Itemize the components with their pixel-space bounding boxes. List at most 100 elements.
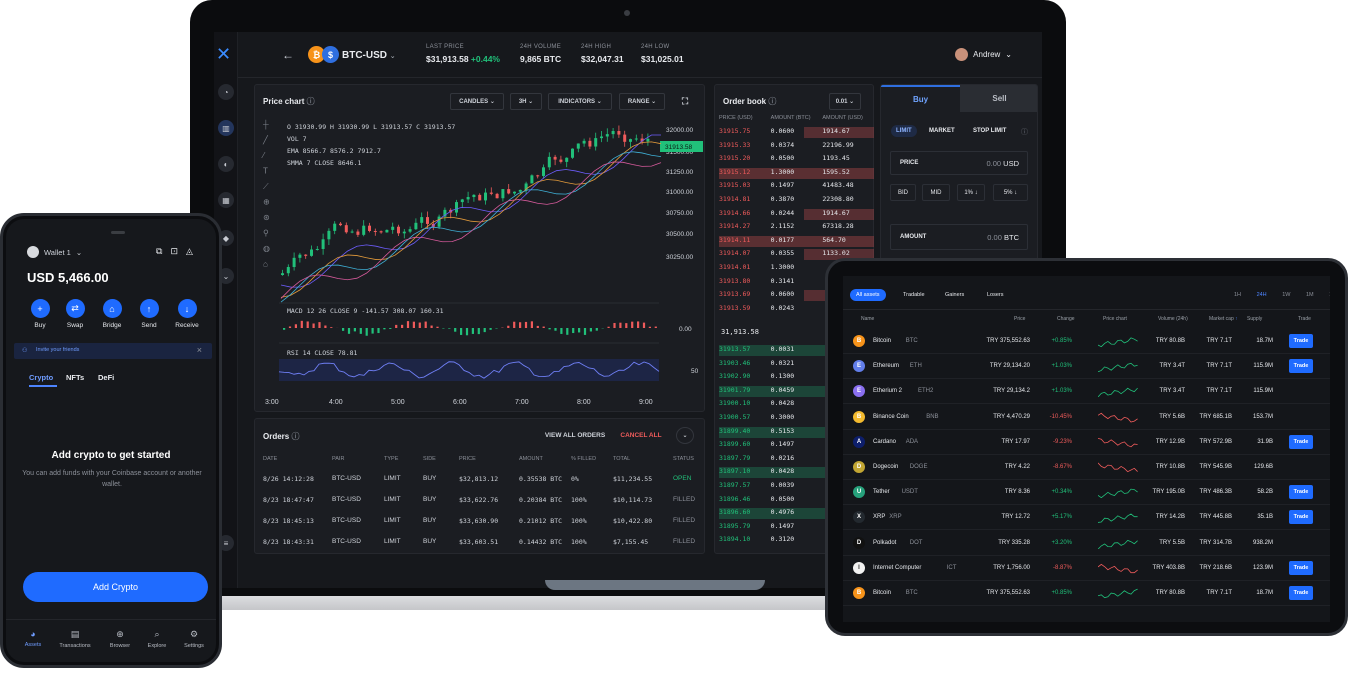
nav-browser[interactable]: ⊕ Browser	[100, 629, 140, 649]
market-row[interactable]: D Dogecoin DOGE TRY 4.22 -8.67% TRY 10.8B TRY …	[843, 455, 1330, 480]
ask-row[interactable]: 31915.20 0.0500 1193.45	[719, 154, 874, 165]
wallet-selector[interactable]: Wallet 1 ⌄	[27, 246, 82, 258]
sell-tab[interactable]: Sell	[960, 85, 1037, 112]
tab-tradable[interactable]: Tradable	[903, 292, 925, 298]
tab-all-assets[interactable]: All assets	[850, 289, 886, 301]
send-action[interactable]: ↑ Send	[129, 299, 169, 329]
market-row[interactable]: U Tether USDT TRY 8.36 +0.34% TRY 195.0B TRY 4…	[843, 480, 1330, 506]
trade-button[interactable]: Trade	[1289, 434, 1313, 449]
limit-tab[interactable]: LIMIT	[891, 125, 917, 137]
tab-crypto[interactable]: Crypto	[29, 373, 53, 382]
bell-icon[interactable]: ◬	[186, 246, 201, 256]
drawing-tool-icon[interactable]: ╱	[262, 135, 269, 145]
add-crypto-button[interactable]: Add Crypto	[23, 572, 208, 602]
trade-button[interactable]: Trade	[1289, 510, 1313, 525]
drawing-tool-icon[interactable]: ⁄	[261, 151, 266, 160]
current-price-label: 31913.58	[665, 144, 692, 151]
drawing-tool-icon[interactable]: ⊛	[263, 213, 270, 222]
chart-icon[interactable]: ▥	[218, 120, 234, 136]
market-row[interactable]: A Cardano ADA TRY 17.97 -9.23% TRY 12.9B TRY 5…	[843, 430, 1330, 455]
coin-price: TRY 17.97	[1001, 438, 1030, 445]
market-row[interactable]: D Polkadot DOT TRY 335.28 +3.20% TRY 5.5B TRY …	[843, 531, 1330, 556]
mid-button[interactable]: MID	[922, 184, 950, 201]
nav-explore[interactable]: ⌕ Explore	[137, 629, 177, 649]
ask-row[interactable]: 31914.11 0.0177 564.70	[719, 235, 874, 247]
ask-row[interactable]: 31914.27 2.1152 67318.28	[719, 222, 874, 233]
trade-button[interactable]: Trade	[1289, 586, 1313, 600]
tab-losers[interactable]: Losers	[987, 292, 1004, 298]
ask-row[interactable]: 31915.12 1.3000 1595.52	[719, 167, 874, 179]
indicators-button[interactable]: INDICATORS ⌄	[548, 93, 612, 110]
market-row[interactable]: E Ethereum ETH TRY 29,134.20 +1.03% TRY 3.4T T…	[843, 354, 1330, 380]
pair-selector[interactable]: BTC-USD ⌄	[342, 50, 396, 61]
market-row[interactable]: B Bitcoin BTC TRY 375,552.63 +0.85% TRY 80.8B…	[843, 329, 1330, 354]
range-button[interactable]: RANGE ⌄	[619, 93, 665, 110]
buy-tab[interactable]: Buy	[881, 85, 960, 112]
interval-button[interactable]: 3H ⌄	[510, 93, 542, 110]
back-arrow-icon[interactable]: ←	[282, 48, 294, 62]
user-menu[interactable]: Andrew ⌄	[955, 48, 1012, 61]
market-row[interactable]: I Internet Computer ICT TRY 1,756.00 -8.87% T…	[843, 556, 1330, 581]
trade-button[interactable]: Trade	[1289, 560, 1313, 575]
copy-icon[interactable]: ⧉	[156, 246, 170, 256]
market-row[interactable]: B Bitcoin BTC TRY 375,552.63 +0.85% TRY 80.8B…	[843, 581, 1330, 606]
amount-field[interactable]: AMOUNT 0.00 BTC	[890, 224, 1028, 250]
five-percent-button[interactable]: 5% ↓	[993, 184, 1028, 201]
candles-button[interactable]: CANDLES ⌄	[450, 93, 504, 110]
market-row[interactable]: B Binance Coin BNB TRY 4,470.29 -10.45% TRY 5…	[843, 405, 1330, 430]
bid-button[interactable]: BID	[890, 184, 916, 201]
price-field[interactable]: PRICE 0.00 USD	[890, 151, 1028, 175]
close-icon[interactable]: ×	[197, 345, 202, 355]
nav-transactions[interactable]: ▤ Transactions	[55, 629, 95, 649]
ask-price: 31914.27	[719, 222, 751, 231]
market-row[interactable]: E Etherium 2 ETH2 TRY 29,134.2 +1.03% TRY 3.4…	[843, 379, 1330, 405]
collapse-chevron-icon[interactable]: ⌄	[676, 427, 694, 444]
buy-action[interactable]: + Buy	[20, 299, 60, 329]
ask-row[interactable]: 31915.03 0.1497 41483.48	[719, 181, 874, 192]
trade-button[interactable]: Trade	[1289, 485, 1313, 500]
bridge-action[interactable]: ⌂ Bridge	[92, 299, 132, 329]
ask-price: 31915.20	[719, 154, 751, 163]
ask-row[interactable]: 31915.75 0.0600 1914.67	[719, 127, 874, 138]
empty-title: Add crypto to get started	[51, 450, 171, 461]
scan-icon[interactable]: ⊡	[170, 246, 186, 256]
ask-row[interactable]: 31914.66 0.0244 1914.67	[719, 208, 874, 220]
swap-action[interactable]: ⇄ Swap	[55, 299, 95, 329]
fullscreen-icon[interactable]: ⛶	[675, 93, 695, 110]
view-all-orders-button[interactable]: VIEW ALL ORDERS	[539, 427, 611, 444]
tab-gainers[interactable]: Gainers	[945, 292, 964, 298]
book-icon[interactable]: ▦	[218, 192, 234, 208]
ask-row[interactable]: 31914.81 0.3870 22308.80	[719, 195, 874, 206]
drawing-tool-icon[interactable]: ◍	[263, 244, 270, 253]
price-chart[interactable]: ┼ ╱ ⁄ T ⟋ ⊕ ⊛ ⚲ ◍ ⌂ O 31930.99 H 31930.99 L 31913.…	[255, 115, 706, 411]
drawing-tool-icon[interactable]: ⌂	[263, 260, 268, 269]
step-select[interactable]: 0.01 ⌄	[829, 93, 861, 110]
x-tick-label: 6:00	[453, 399, 467, 406]
drawing-tool-icon[interactable]: T	[263, 167, 268, 176]
drawing-tool-icon[interactable]: ⊕	[263, 198, 270, 207]
tab-defi[interactable]: DeFi	[98, 373, 114, 382]
ask-amount: 0.3870	[770, 195, 795, 203]
drawing-tool-icon[interactable]: ┼	[262, 119, 269, 130]
wallet-icon[interactable]: ◐	[218, 156, 234, 172]
invite-banner[interactable]: ⚇ Invite your friends ×	[14, 343, 212, 359]
history-icon[interactable]: ◔	[218, 84, 234, 100]
market-row[interactable]: X XRP XRP TRY 12.72 +5.17% TRY 14.2B TRY 445.8…	[843, 505, 1330, 531]
ask-row[interactable]: 31915.33 0.0374 22196.99	[719, 141, 874, 152]
nav-assets[interactable]: ◕ Assets	[13, 629, 53, 648]
nav-settings[interactable]: ⚙ Settings	[174, 629, 214, 649]
receive-action[interactable]: ↓ Receive	[167, 299, 207, 329]
bid-amount: 0.1497	[770, 521, 795, 530]
cancel-all-button[interactable]: CANCEL ALL	[615, 427, 667, 444]
trade-button[interactable]: Trade	[1289, 334, 1313, 348]
coin-supply: 938.2M	[1252, 539, 1273, 546]
trade-button[interactable]: Trade	[1289, 359, 1313, 374]
market-tab[interactable]: MARKET	[929, 128, 955, 134]
drawing-tool-icon[interactable]: ⚲	[263, 229, 269, 238]
range-tabs[interactable]: 1H 24H 1W 1M 1Y	[1234, 292, 1330, 298]
stop-limit-tab[interactable]: STOP LIMIT	[973, 128, 1006, 134]
ask-price: 31914.07	[719, 249, 751, 258]
drawing-tool-icon[interactable]: ⟋	[263, 182, 269, 191]
one-percent-button[interactable]: 1% ↓	[957, 184, 985, 201]
tab-nfts[interactable]: NFTs	[66, 373, 84, 382]
